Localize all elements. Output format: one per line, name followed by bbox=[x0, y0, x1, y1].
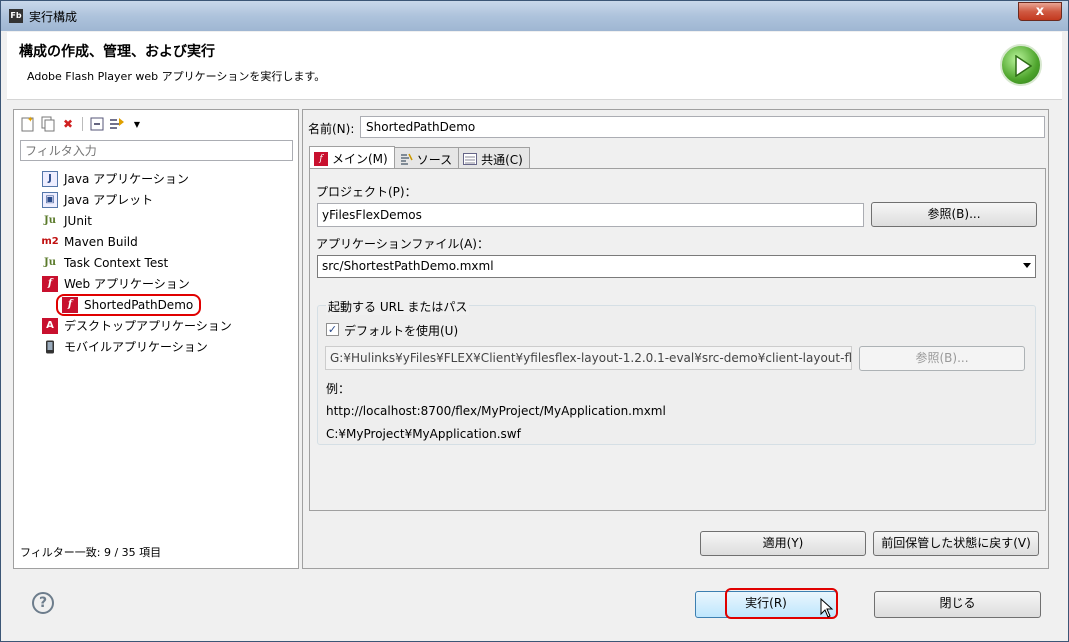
help-icon[interactable]: ? bbox=[32, 592, 54, 614]
maven-icon: m2 bbox=[41, 236, 59, 247]
project-field[interactable]: yFilesFlexDemos bbox=[317, 203, 864, 227]
configuration-list-panel: ✦ ✖ ▼ J Java アプリケーション ▣ Java アプレット bbox=[13, 109, 299, 569]
run-icon bbox=[1000, 44, 1042, 86]
task-context-icon: Ju bbox=[43, 257, 56, 268]
filter-icon[interactable] bbox=[109, 116, 125, 132]
tree-item-shortedpathdemo[interactable]: f ShortedPathDemo bbox=[56, 293, 232, 316]
dropdown-arrow-icon bbox=[1023, 263, 1031, 268]
window-title: 実行構成 bbox=[29, 10, 78, 24]
example-label: 例： bbox=[326, 382, 351, 396]
new-configuration-icon[interactable]: ✦ bbox=[20, 116, 36, 132]
configuration-tree: J Java アプリケーション ▣ Java アプレット Ju JUnit m2… bbox=[41, 168, 232, 357]
url-browse-button[interactable]: 参照(B)... bbox=[859, 346, 1025, 371]
tree-item-label: デスクトップアプリケーション bbox=[64, 319, 232, 333]
filter-input[interactable] bbox=[20, 140, 293, 161]
header-title: 構成の作成、管理、および実行 bbox=[19, 44, 215, 60]
app-file-select[interactable]: src/ShortestPathDemo.mxml bbox=[317, 255, 1036, 278]
selected-config-highlight[interactable]: f ShortedPathDemo bbox=[56, 293, 202, 316]
example-path: C:¥MyProject¥MyApplication.swf bbox=[326, 427, 521, 441]
tree-item-label: Web アプリケーション bbox=[64, 277, 190, 291]
app-file-value: src/ShortestPathDemo.mxml bbox=[322, 259, 494, 273]
tree-item-java-applet[interactable]: ▣ Java アプレット bbox=[42, 189, 232, 210]
tree-item-label: モバイルアプリケーション bbox=[64, 340, 208, 354]
flex-config-icon: f bbox=[62, 296, 78, 313]
tab-label: ソース bbox=[416, 152, 453, 167]
url-path-field: G:¥Hulinks¥yFiles¥FLEX¥Client¥yfilesflex… bbox=[325, 346, 852, 370]
tab-label: メイン(M) bbox=[332, 152, 388, 166]
tree-item-web-application[interactable]: f Web アプリケーション bbox=[42, 273, 232, 294]
flex-web-icon: f bbox=[42, 275, 58, 292]
tree-item-label: Java アプリケーション bbox=[64, 172, 189, 186]
tree-item-label: ShortedPathDemo bbox=[84, 297, 194, 312]
url-group-title: 起動する URL またはパス bbox=[326, 298, 470, 315]
air-desktop-icon: A bbox=[42, 317, 58, 334]
tree-item-maven-build[interactable]: m2 Maven Build bbox=[41, 231, 232, 252]
configuration-editor-panel: 名前(N): f メイン(M) ソース 共通(C) プロジェクト(P)： bbox=[302, 109, 1049, 569]
dialog-header: 構成の作成、管理、および実行 Adobe Flash Player web アプ… bbox=[7, 32, 1062, 100]
common-tab-icon bbox=[463, 152, 478, 166]
delete-icon[interactable]: ✖ bbox=[60, 116, 76, 132]
tab-source[interactable]: ソース bbox=[393, 147, 460, 168]
flash-builder-app-icon: Fb bbox=[9, 9, 23, 23]
apply-button[interactable]: 適用(Y) bbox=[700, 531, 866, 556]
source-tab-icon bbox=[399, 152, 413, 166]
tree-item-junit[interactable]: Ju JUnit bbox=[42, 210, 232, 231]
app-file-label: アプリケーションファイル(A)： bbox=[316, 237, 489, 251]
revert-button[interactable]: 前回保管した状態に戻す(V) bbox=[873, 531, 1039, 556]
svg-text:✦: ✦ bbox=[27, 116, 34, 124]
flex-tab-icon: f bbox=[314, 151, 328, 166]
tree-item-mobile-application[interactable]: モバイルアプリケーション bbox=[42, 336, 232, 357]
use-default-checkbox[interactable]: ✓ bbox=[326, 323, 339, 336]
tab-label: 共通(C) bbox=[481, 152, 523, 167]
tree-item-task-context-test[interactable]: Ju Task Context Test bbox=[42, 252, 232, 273]
duplicate-icon[interactable] bbox=[40, 116, 56, 132]
junit-icon: Ju bbox=[43, 215, 56, 226]
tree-item-label: Task Context Test bbox=[64, 255, 169, 270]
chevron-down-icon[interactable]: ▼ bbox=[129, 116, 145, 132]
java-app-icon: J bbox=[42, 170, 58, 187]
left-toolbar: ✦ ✖ ▼ bbox=[20, 113, 145, 135]
tree-item-label: Maven Build bbox=[64, 234, 138, 249]
tree-item-label: JUnit bbox=[64, 213, 92, 228]
filter-match-status: フィルター一致: 9 / 35 項目 bbox=[20, 546, 162, 559]
launch-url-group: 起動する URL またはパス ✓ デフォルトを使用(U) G:¥Hulinks¥… bbox=[317, 298, 1036, 445]
mobile-icon bbox=[42, 339, 58, 355]
mouse-cursor-icon bbox=[820, 598, 834, 618]
tree-item-java-application[interactable]: J Java アプリケーション bbox=[42, 168, 232, 189]
project-browse-button[interactable]: 参照(B)... bbox=[871, 202, 1037, 227]
tree-item-label: Java アプレット bbox=[64, 193, 154, 207]
window-close-button[interactable]: x bbox=[1018, 2, 1062, 21]
run-configurations-dialog: Fb 実行構成 x 構成の作成、管理、および実行 Adobe Flash Pla… bbox=[0, 0, 1069, 642]
name-label: 名前(N): bbox=[308, 122, 355, 136]
toolbar-separator bbox=[82, 117, 83, 131]
header-description: Adobe Flash Player web アプリケーションを実行します。 bbox=[27, 70, 326, 83]
tree-item-desktop-application[interactable]: A デスクトップアプリケーション bbox=[42, 315, 232, 336]
use-default-label: デフォルトを使用(U) bbox=[344, 324, 459, 338]
tab-common[interactable]: 共通(C) bbox=[458, 147, 530, 168]
java-applet-icon: ▣ bbox=[42, 191, 58, 208]
project-label: プロジェクト(P)： bbox=[316, 185, 417, 199]
tab-main[interactable]: f メイン(M) bbox=[309, 146, 395, 168]
editor-tabs: f メイン(M) ソース 共通(C) bbox=[309, 146, 530, 168]
name-field[interactable] bbox=[360, 116, 1045, 138]
title-bar[interactable]: Fb 実行構成 x bbox=[1, 1, 1068, 31]
main-tab-content: プロジェクト(P)： yFilesFlexDemos 参照(B)... アプリケ… bbox=[309, 168, 1046, 511]
collapse-all-icon[interactable] bbox=[89, 116, 105, 132]
close-button[interactable]: 閉じる bbox=[874, 591, 1041, 618]
example-url: http://localhost:8700/flex/MyProject/MyA… bbox=[326, 404, 666, 418]
